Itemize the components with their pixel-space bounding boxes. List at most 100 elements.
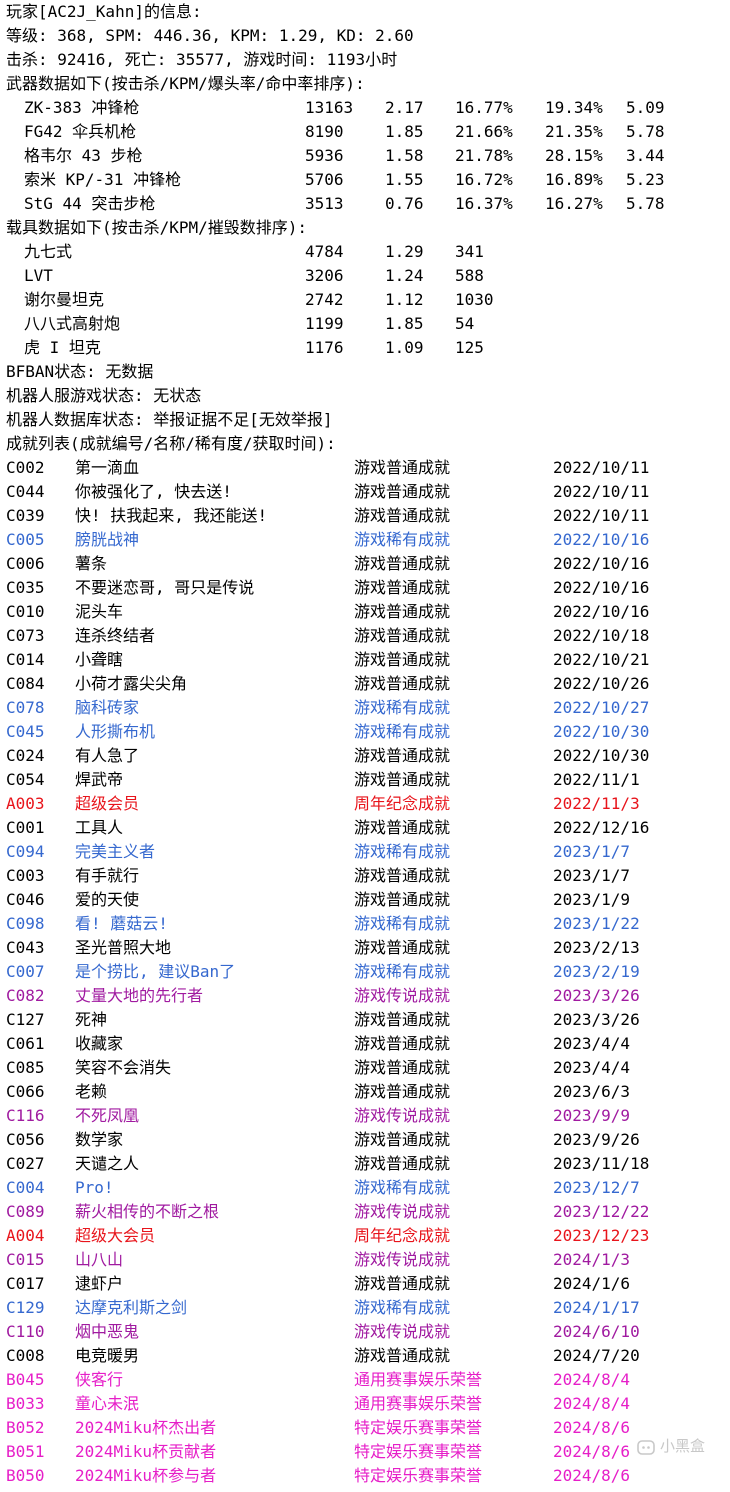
weapon-accuracy: 21.35%	[545, 122, 603, 141]
achievement-date: 2023/12/23	[553, 1226, 650, 1245]
xiaoheihe-logo-icon	[637, 1439, 655, 1455]
weapon-headshot-rate: 16.77%	[455, 98, 513, 117]
achievement-date: 2022/10/30	[553, 722, 650, 741]
weapon-headshot-rate: 16.37%	[455, 194, 513, 213]
achievement-row: C003 有手就行 游戏普通成就 2023/1/7	[0, 864, 730, 888]
achievement-date: 2022/10/27	[553, 698, 650, 717]
achievement-row: C014 小聋瞎 游戏普通成就 2022/10/21	[0, 648, 730, 672]
weapon-row: StG 44 突击步枪 3513 0.76 16.37% 16.27% 5.78	[0, 192, 730, 216]
achievement-date: 2023/12/22	[553, 1202, 650, 1221]
achievement-row: A004 超级大会员 周年纪念成就 2023/12/23	[0, 1224, 730, 1248]
achievement-code: C007	[6, 962, 45, 981]
achievement-date: 2022/10/16	[553, 578, 650, 597]
achievement-date: 2023/1/9	[553, 890, 631, 909]
achievement-code: B050	[6, 1466, 45, 1485]
achievement-code: C054	[6, 770, 45, 789]
achievement-row: C061 收藏家 游戏普通成就 2023/4/4	[0, 1032, 730, 1056]
achievement-code: A004	[6, 1226, 45, 1245]
achievement-rarity: 游戏普通成就	[354, 1034, 451, 1053]
weapon-row: 格韦尔 43 步枪 5936 1.58 21.78% 28.15% 3.44	[0, 144, 730, 168]
vehicle-kpm: 1.09	[385, 338, 424, 357]
achievement-date: 2024/1/6	[553, 1274, 631, 1293]
achievement-row: C089 薪火相传的不断之根 游戏传说成就 2023/12/22	[0, 1200, 730, 1224]
achievement-rarity: 游戏普通成就	[354, 482, 451, 501]
achievement-name: 焊武帝	[75, 770, 124, 789]
achievement-row: C129 达摩克利斯之剑 游戏稀有成就 2024/1/17	[0, 1296, 730, 1320]
achievement-name: 逮虾户	[75, 1274, 124, 1293]
achievement-date: 2023/4/4	[553, 1034, 631, 1053]
achievement-code: C078	[6, 698, 45, 717]
weapon-kpm: 1.55	[385, 170, 424, 189]
achievement-rarity: 游戏普通成就	[354, 1130, 451, 1149]
achievement-rarity: 周年纪念成就	[354, 1226, 451, 1245]
achievement-name: 2024Miku杯参与者	[75, 1466, 217, 1485]
achievement-code: C001	[6, 818, 45, 837]
achievement-date: 2023/12/7	[553, 1178, 640, 1197]
achievement-name: 2024Miku杯贡献者	[75, 1442, 217, 1461]
achievement-date: 2023/2/13	[553, 938, 640, 957]
bfban-status: BFBAN状态: 无数据	[6, 362, 154, 381]
achievement-date: 2023/3/26	[553, 1010, 640, 1029]
achievement-name: 有手就行	[75, 866, 140, 885]
achievement-rarity: 游戏传说成就	[354, 1106, 451, 1125]
achievement-code: C003	[6, 866, 45, 885]
achievement-code: C044	[6, 482, 45, 501]
achievement-date: 2022/10/21	[553, 650, 650, 669]
achievement-name: 你被强化了, 快去送!	[75, 482, 232, 501]
achievement-rarity: 游戏普通成就	[354, 1154, 451, 1173]
achievement-row: C017 逮虾户 游戏普通成就 2024/1/6	[0, 1272, 730, 1296]
achievement-name: 看! 蘑菇云!	[75, 914, 168, 933]
achievement-name: 丈量大地的先行者	[75, 986, 204, 1005]
weapon-kills: 8190	[305, 122, 344, 141]
achievement-code: C046	[6, 890, 45, 909]
achievement-row: B052 2024Miku杯杰出者 特定娱乐赛事荣誉 2024/8/6	[0, 1416, 730, 1440]
vehicle-kills: 1176	[305, 338, 344, 357]
achievement-row: C004 Pro! 游戏稀有成就 2023/12/7	[0, 1176, 730, 1200]
vehicle-kpm: 1.24	[385, 266, 424, 285]
achievement-date: 2022/10/26	[553, 674, 650, 693]
achievement-rarity: 游戏传说成就	[354, 1322, 451, 1341]
vehicle-name: LVT	[24, 266, 53, 285]
achievement-row: C110 烟中恶鬼 游戏传说成就 2024/6/10	[0, 1320, 730, 1344]
watermark: 小黑盒	[636, 1432, 722, 1460]
weapon-headshot-rate: 21.78%	[455, 146, 513, 165]
achievement-row: B033 童心未泯 通用赛事娱乐荣誉 2024/8/4	[0, 1392, 730, 1416]
achievement-code: B051	[6, 1442, 45, 1461]
vehicle-destroyed: 54	[455, 314, 475, 333]
achievement-name: 电竞暖男	[75, 1346, 140, 1365]
achievement-rarity: 游戏普通成就	[354, 938, 451, 957]
achievement-date: 2023/11/18	[553, 1154, 650, 1173]
achievement-name: 不死凤凰	[75, 1106, 140, 1125]
achievement-date: 2022/10/11	[553, 482, 650, 501]
achievement-rarity: 游戏普通成就	[354, 1058, 451, 1077]
achievement-row: C066 老赖 游戏普通成就 2023/6/3	[0, 1080, 730, 1104]
player-title: 玩家[AC2J_Kahn]的信息:	[6, 2, 202, 21]
achievement-code: C043	[6, 938, 45, 957]
achievement-rarity: 游戏传说成就	[354, 986, 451, 1005]
achievement-row: C044 你被强化了, 快去送! 游戏普通成就 2022/10/11	[0, 480, 730, 504]
weapon-extra-stat: 5.78	[626, 122, 665, 141]
achievement-code: C056	[6, 1130, 45, 1149]
weapon-kills: 13163	[305, 98, 354, 117]
achievement-row: C010 泥头车 游戏普通成就 2022/10/16	[0, 600, 730, 624]
vehicle-kpm: 1.12	[385, 290, 424, 309]
achievement-row: C085 笑容不会消失 游戏普通成就 2023/4/4	[0, 1056, 730, 1080]
vehicle-kpm: 1.85	[385, 314, 424, 333]
achievement-row: C127 死神 游戏普通成就 2023/3/26	[0, 1008, 730, 1032]
weapon-headshot-rate: 16.72%	[455, 170, 513, 189]
achievement-rarity: 游戏普通成就	[354, 650, 451, 669]
vehicle-row: 九七式 4784 1.29 341	[0, 240, 730, 264]
achievement-code: C035	[6, 578, 45, 597]
achievement-code: C004	[6, 1178, 45, 1197]
achievement-row: C035 不要迷恋哥, 哥只是传说 游戏普通成就 2022/10/16	[0, 576, 730, 600]
achievement-rarity: 游戏普通成就	[354, 1010, 451, 1029]
achievement-rarity: 游戏普通成就	[354, 1274, 451, 1293]
achievement-row: B050 2024Miku杯参与者 特定娱乐赛事荣誉 2024/8/6	[0, 1464, 730, 1488]
achievement-date: 2023/2/19	[553, 962, 640, 981]
achievement-name: 超级会员	[75, 794, 140, 813]
achievement-code: C014	[6, 650, 45, 669]
achievement-rarity: 游戏普通成就	[354, 578, 451, 597]
achievement-row: C094 完美主义者 游戏稀有成就 2023/1/7	[0, 840, 730, 864]
weapons-title: 武器数据如下(按击杀/KPM/爆头率/命中率排序):	[6, 74, 365, 93]
achievement-row: C027 天谴之人 游戏普通成就 2023/11/18	[0, 1152, 730, 1176]
